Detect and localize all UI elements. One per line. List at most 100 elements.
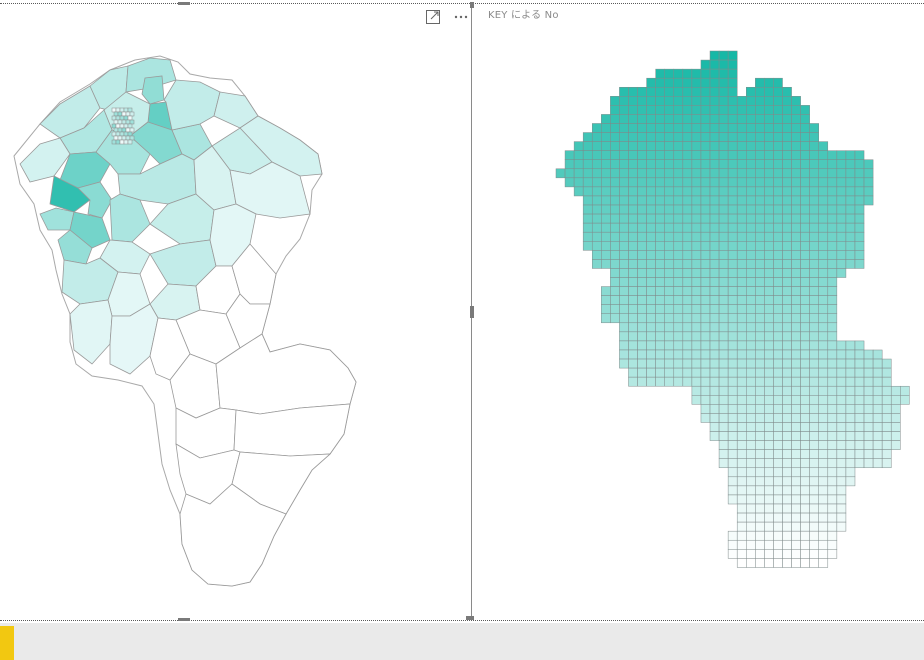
grid-cell[interactable] [800,277,810,287]
grid-cell[interactable] [664,286,675,296]
grid-cell[interactable] [854,413,865,423]
grid-cell[interactable] [727,186,738,197]
grid-cell[interactable] [900,385,910,396]
grid-cell[interactable] [782,395,792,405]
grid-cell[interactable] [727,530,738,541]
grid-cell[interactable] [619,204,629,215]
grid-cell[interactable] [682,168,693,179]
grid-cell[interactable] [746,105,756,115]
grid-cell[interactable] [827,404,838,414]
grid-cell[interactable] [809,150,819,160]
grid-cell[interactable] [691,277,702,287]
grid-cell[interactable] [791,222,801,233]
grid-cell[interactable] [700,376,711,387]
grid-cell[interactable] [746,367,756,378]
grid-cell[interactable] [800,494,810,505]
grid-cell[interactable] [755,558,765,568]
grid-cell[interactable] [601,114,611,124]
grid-cell[interactable] [773,395,783,405]
grid-cell[interactable] [854,395,865,405]
grid-cell[interactable] [700,159,711,170]
grid-cell[interactable] [809,558,819,568]
grid-cell[interactable] [755,86,765,97]
grid-cell[interactable] [755,549,765,559]
grid-cell[interactable] [582,222,593,233]
grid-cell[interactable] [809,340,819,351]
grid-cell[interactable] [655,304,665,314]
grid-cell[interactable] [809,358,819,369]
grid-cell[interactable] [755,213,765,224]
grid-cell[interactable] [782,277,792,287]
grid-cell[interactable] [782,512,792,523]
grid-cell[interactable] [582,231,593,242]
grid-cell[interactable] [836,358,847,369]
grid-cell[interactable] [791,177,801,188]
grid-cell[interactable] [845,422,856,432]
grid-cell[interactable] [791,340,801,351]
grid-cell[interactable] [818,449,829,459]
grid-cell[interactable] [764,440,774,450]
grid-cell[interactable] [818,376,829,387]
grid-cell[interactable] [628,277,638,287]
grid-cell[interactable] [791,467,801,478]
grid-cell[interactable] [664,231,675,242]
grid-cell[interactable] [727,539,738,550]
grid-cell[interactable] [628,376,638,387]
grid-cell[interactable] [655,259,665,269]
grid-cell[interactable] [655,277,665,287]
grid-cell[interactable] [700,304,711,314]
grid-cell[interactable] [773,150,783,160]
grid-cell[interactable] [682,250,693,260]
grid-cell[interactable] [764,168,774,179]
grid-cell[interactable] [782,105,792,115]
grid-cell[interactable] [809,385,819,396]
grid-cell[interactable] [782,440,792,450]
grid-cell[interactable] [746,313,756,324]
grid-cell[interactable] [736,213,747,224]
grid-cell[interactable] [818,295,829,305]
grid-cell[interactable] [755,277,765,287]
grid-cell[interactable] [809,440,819,450]
grid-cell[interactable] [845,349,856,360]
grid-cell[interactable] [818,286,829,296]
grid-cell[interactable] [709,385,720,396]
grid-cell[interactable] [610,123,620,133]
grid-cell[interactable] [782,422,792,432]
grid-cell[interactable] [809,259,819,269]
grid-cell[interactable] [718,458,729,469]
grid-cell[interactable] [836,521,847,532]
grid-cell[interactable] [655,358,665,369]
grid-cell[interactable] [773,268,783,278]
grid-cell[interactable] [709,159,720,170]
grid-cell[interactable] [773,259,783,269]
grid-cell[interactable] [782,159,792,170]
grid-cell[interactable] [646,286,656,296]
grid-cell[interactable] [655,177,665,188]
grid-cell[interactable] [755,250,765,260]
grid-cell[interactable] [773,177,783,188]
grid-cell[interactable] [718,168,729,179]
grid-cell[interactable] [664,159,675,170]
grid-cell[interactable] [836,168,847,179]
grid-cell[interactable] [591,123,602,133]
grid-cell[interactable] [727,132,738,142]
grid-cell[interactable] [709,413,720,423]
grid-cell[interactable] [718,304,729,314]
grid-cell[interactable] [764,322,774,333]
grid-cell[interactable] [673,331,684,342]
grid-cell[interactable] [628,358,638,369]
grid-cell[interactable] [718,440,729,450]
grid-cell[interactable] [564,168,575,179]
grid-cell[interactable] [782,150,792,160]
grid-cell[interactable] [800,440,810,450]
grid-cell[interactable] [573,150,584,160]
grid-cell[interactable] [791,331,801,342]
grid-cell[interactable] [736,485,747,496]
grid-cell[interactable] [809,322,819,333]
grid-cell[interactable] [809,268,819,278]
grid-cell[interactable] [809,204,819,215]
grid-cell[interactable] [800,367,810,378]
grid-cell[interactable] [736,503,747,514]
grid-cell[interactable] [610,132,620,142]
grid-cell[interactable] [782,349,792,360]
